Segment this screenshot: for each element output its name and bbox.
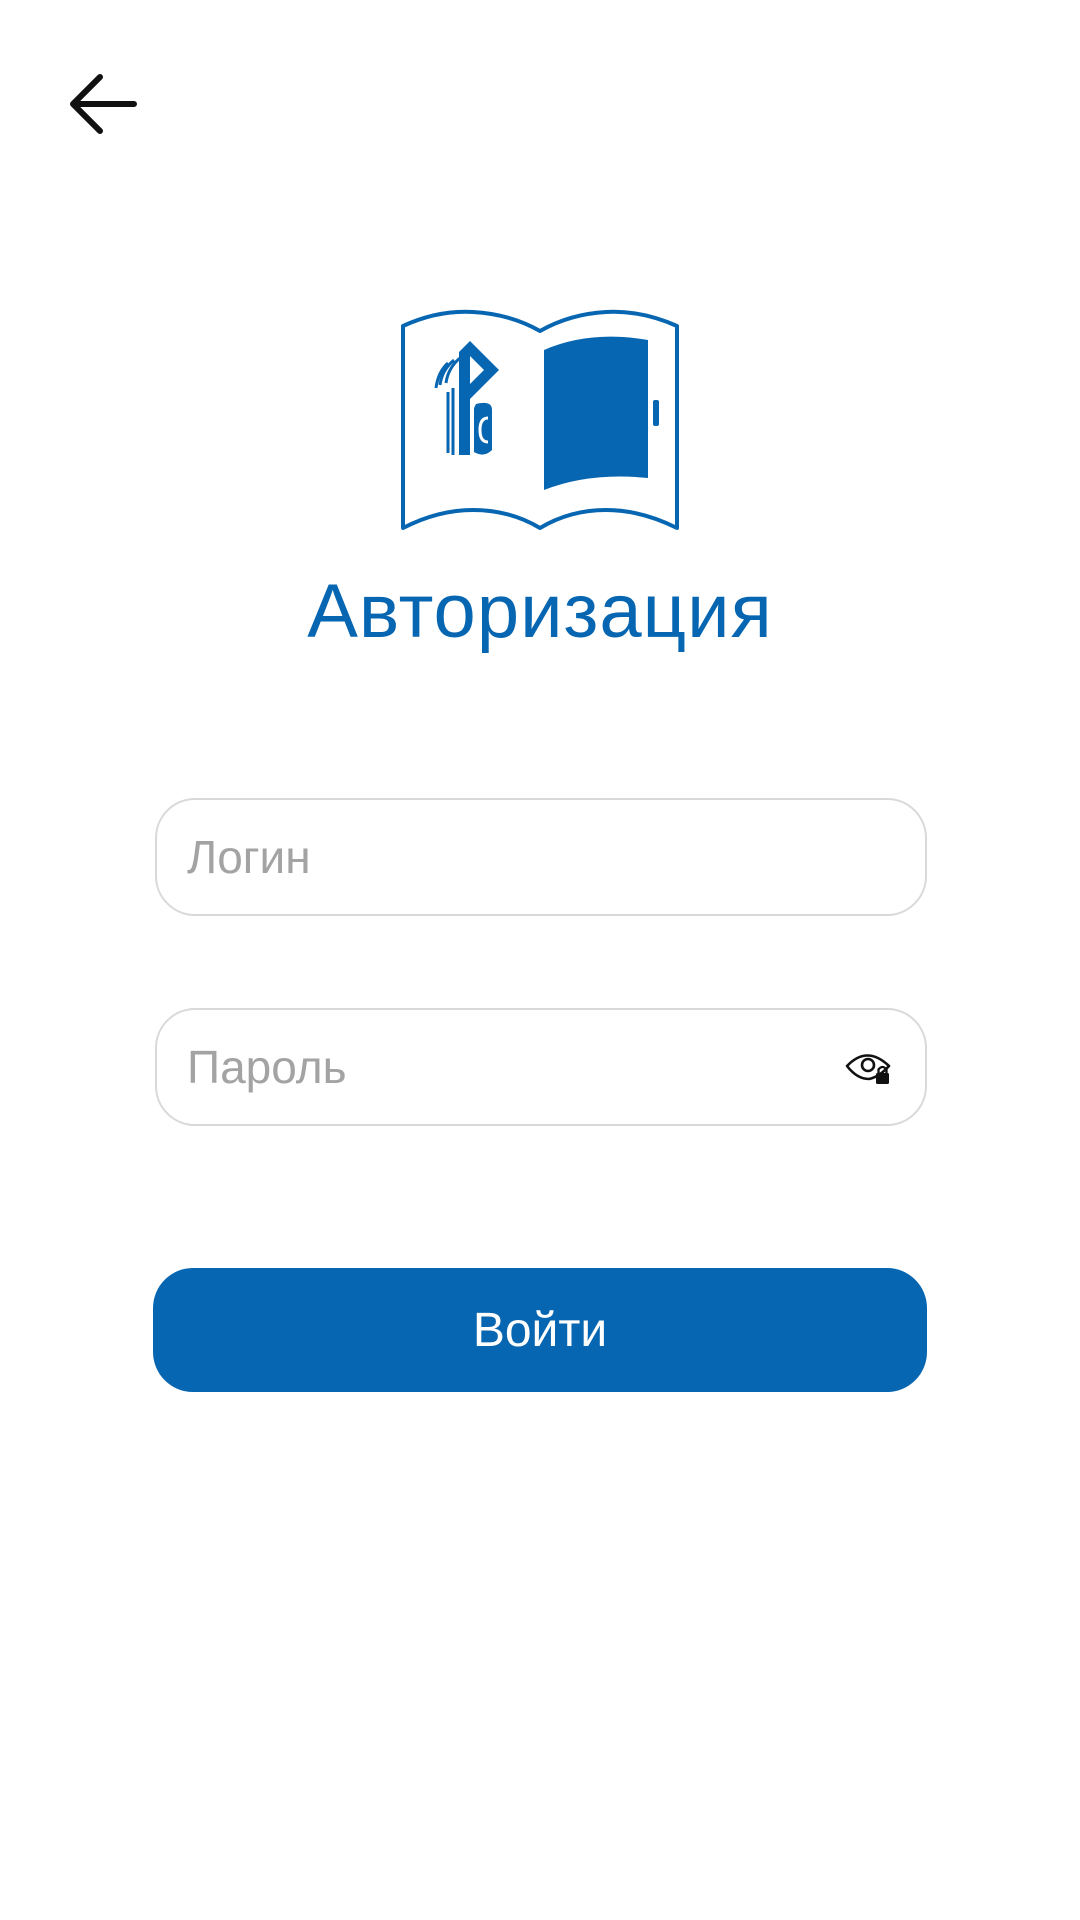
arrow-left-icon: [70, 74, 137, 134]
book-door-logo-icon: [401, 309, 679, 530]
login-submit-label: Войти: [472, 1303, 608, 1357]
password-visibility-toggle[interactable]: [843, 1045, 895, 1089]
page-title: Авторизация: [307, 569, 773, 654]
login-field-container: [155, 798, 927, 916]
login-submit-button[interactable]: Войти: [153, 1268, 927, 1392]
back-button[interactable]: [56, 58, 148, 150]
password-field-container: [155, 1008, 927, 1126]
password-input[interactable]: [187, 1010, 843, 1124]
eye-lock-icon: [845, 1054, 891, 1084]
login-input[interactable]: [187, 800, 895, 914]
auth-screen: Авторизация Войти: [0, 0, 1080, 1920]
